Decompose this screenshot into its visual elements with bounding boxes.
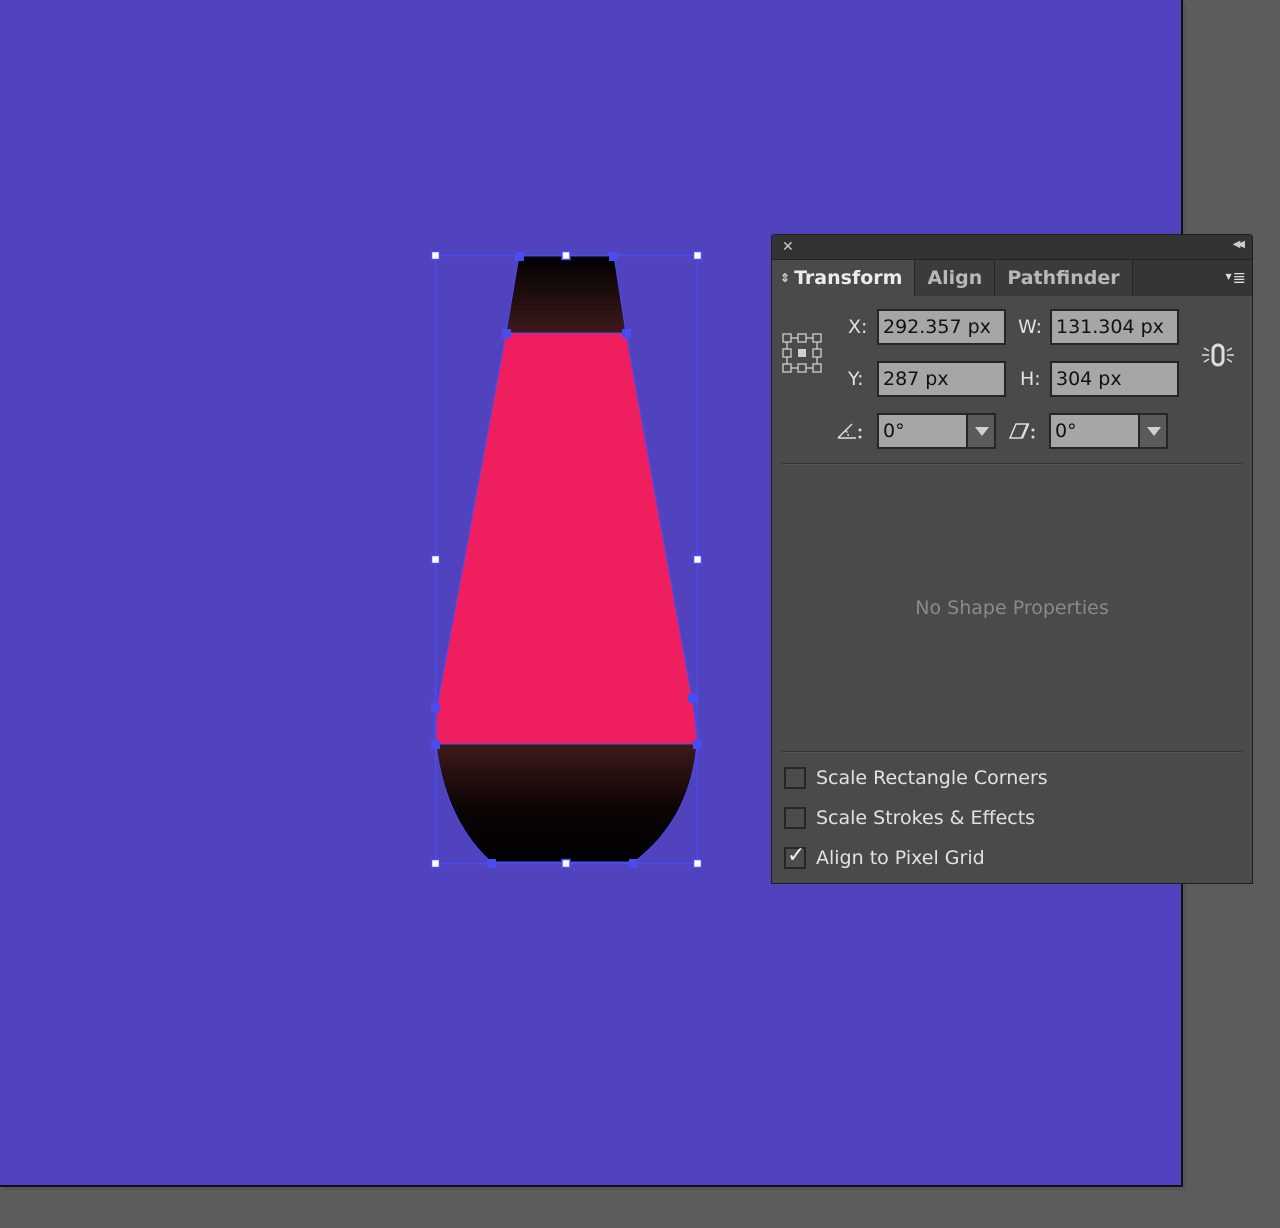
rotate-dropdown-button[interactable] (966, 413, 996, 449)
option-align-to-pixel-grid[interactable]: ✓ Align to Pixel Grid (784, 843, 985, 873)
x-field[interactable]: 292.357 px (877, 309, 1006, 345)
option-label: Align to Pixel Grid (816, 847, 985, 869)
checkbox[interactable] (784, 767, 806, 789)
divider (782, 463, 1242, 465)
panel-titlebar[interactable]: ✕ ◀◀ (772, 235, 1252, 260)
checkbox[interactable] (784, 807, 806, 829)
tab-label: Transform (794, 267, 903, 289)
handle-bottom-left[interactable] (430, 858, 441, 869)
lamp-base[interactable] (435, 743, 698, 863)
handle-middle-right[interactable] (692, 554, 703, 565)
anchor-point[interactable] (431, 740, 440, 749)
handle-middle-left[interactable] (430, 554, 441, 565)
tab-align[interactable]: Align (915, 260, 996, 296)
rotate-icon (837, 423, 862, 439)
tab-options-icon[interactable]: ⇕ (780, 271, 790, 285)
collapse-icon[interactable]: ◀◀ (1233, 239, 1246, 250)
tab-label: Pathfinder (1007, 267, 1120, 289)
y-label: Y: (848, 368, 864, 390)
anchor-point[interactable] (629, 859, 638, 868)
anchor-point[interactable] (502, 329, 511, 338)
x-label: X: (848, 316, 868, 338)
anchor-point[interactable] (487, 859, 496, 868)
checkbox[interactable]: ✓ (784, 843, 806, 869)
handle-bottom-center[interactable] (561, 858, 571, 869)
shear-field[interactable]: 0° (1049, 413, 1143, 449)
width-field[interactable]: 131.304 px (1050, 309, 1179, 345)
y-field[interactable]: 287 px (877, 361, 1006, 397)
w-label: W: (1018, 316, 1043, 338)
anchor-point[interactable] (515, 252, 524, 261)
rotate-field[interactable]: 0° (877, 413, 971, 449)
option-label: Scale Rectangle Corners (816, 767, 1048, 789)
option-scale-strokes-effects[interactable]: Scale Strokes & Effects (784, 803, 1035, 833)
anchor-point[interactable] (609, 252, 618, 261)
shear-dropdown-button[interactable] (1138, 413, 1168, 449)
tab-label: Align (927, 267, 983, 289)
panel-tabs: ⇕ Transform Align Pathfinder ▼≣ (772, 260, 1252, 297)
shear-icon (1008, 423, 1035, 439)
height-field[interactable]: 304 px (1050, 361, 1179, 397)
handle-bottom-right[interactable] (692, 858, 703, 869)
h-label: H: (1020, 368, 1041, 390)
anchor-point[interactable] (622, 329, 631, 338)
lamp-cap[interactable] (505, 255, 627, 334)
anchor-point[interactable] (431, 703, 440, 712)
no-shape-properties-text: No Shape Properties (915, 597, 1109, 619)
option-scale-rectangle-corners[interactable]: Scale Rectangle Corners (784, 763, 1048, 793)
checkmark-icon: ✓ (787, 843, 806, 868)
anchor-point[interactable] (693, 740, 702, 749)
handle-top-right[interactable] (692, 250, 703, 261)
anchor-point[interactable] (688, 694, 697, 703)
option-label: Scale Strokes & Effects (816, 807, 1036, 829)
reference-point-icon[interactable] (782, 333, 822, 373)
tab-transform[interactable]: ⇕ Transform (772, 260, 916, 296)
close-icon[interactable]: ✕ (782, 238, 794, 256)
lamp-body[interactable] (435, 332, 698, 745)
transform-panel: ✕ ◀◀ ⇕ Transform Align Pathfinder ▼≣ X: 2… (771, 234, 1253, 884)
panel-menu-icon[interactable]: ▼≣ (1225, 268, 1246, 287)
divider (782, 751, 1242, 753)
handle-top-center[interactable] (561, 250, 571, 261)
handle-top-left[interactable] (430, 250, 441, 261)
constrain-proportions-icon[interactable] (1200, 337, 1236, 373)
tab-pathfinder[interactable]: Pathfinder (995, 260, 1133, 296)
